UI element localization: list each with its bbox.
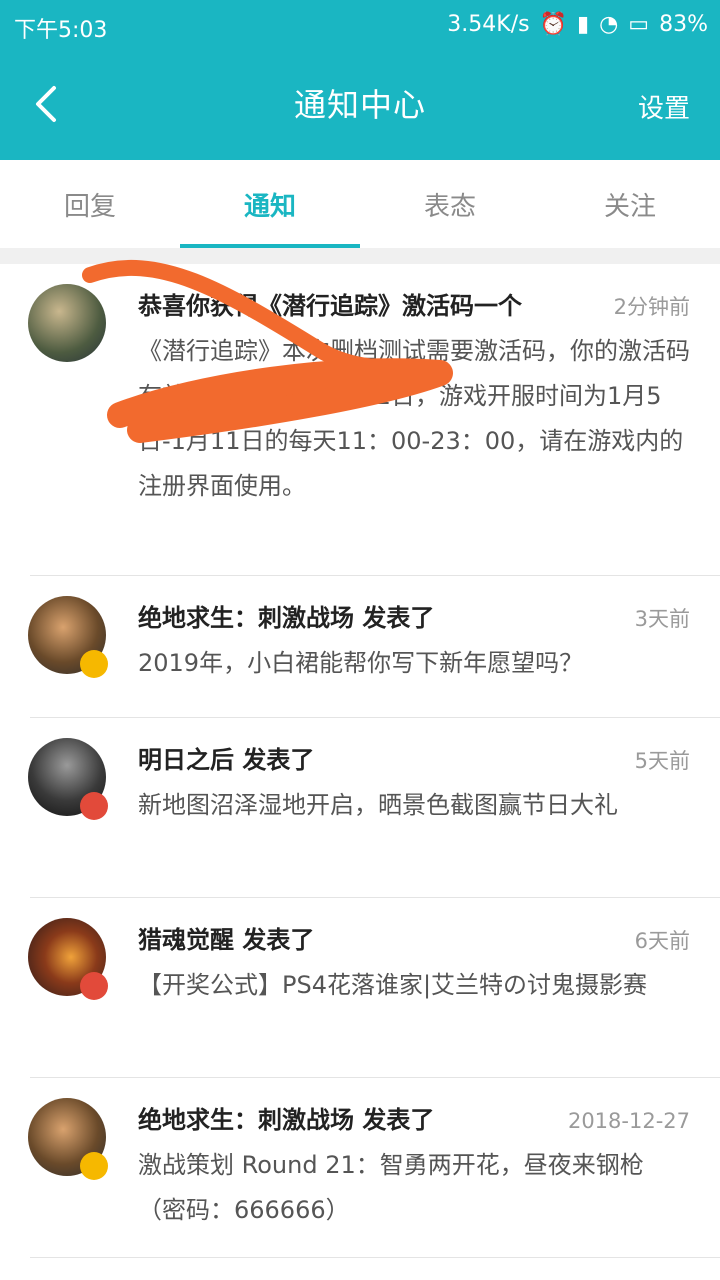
battery-icon: ▭ [628,12,650,37]
notification-time: 2分钟前 [613,295,690,319]
section-divider [0,248,720,264]
notification-time: 6天前 [634,929,690,953]
notification-item[interactable]: 明日之后 发表了 5天前 新地图沼泽湿地开启，晒景色截图赢节日大礼 [28,718,720,898]
wifi-icon: ◔ [599,12,619,37]
tab-notice[interactable]: 通知 [180,160,360,248]
notification-time: 3天前 [634,607,690,631]
signal-icon: ▮ [576,12,590,37]
status-time: 下午5:03 [14,18,108,43]
game-badge-icon [80,1152,108,1180]
notification-head: 恭喜你获得《潜行追踪》激活码一个 2分钟前 [138,286,690,321]
notification-body: 新地图沼泽湿地开启，晒景色截图赢节日大礼 [138,791,618,819]
status-bar: 下午5:03 3.54K/s ⏰ ▮ ◔ ▭ 83% [0,0,720,50]
notification-body: 2019年，小白裙能帮你写下新年愿望吗？ [138,649,584,677]
notification-title: 恭喜你获得《潜行追踪》激活码一个 [138,292,522,320]
notification-head: 绝地求生：刺激战场 发表了 3天前 [138,598,690,633]
tab-follow[interactable]: 关注 [540,160,720,248]
notification-body: 【开奖公式】PS4花落谁家|艾兰特の讨鬼摄影赛 [138,971,648,999]
tab-reply[interactable]: 回复 [0,160,180,248]
notification-body: 激战策划 Round 21：智勇两开花，昼夜来钢枪（密码：666666） [138,1151,644,1224]
notification-item[interactable]: 恭喜你获得《潜行追踪》激活码一个 2分钟前 《潜行追踪》本次删档测试需要激活码，… [28,264,720,576]
notification-title: 绝地求生：刺激战场 发表了 [138,604,435,632]
status-right: 3.54K/s ⏰ ▮ ◔ ▭ 83% [447,12,708,37]
battery-level: 83% [659,12,708,37]
tab-bar: 回复 通知 表态 关注 [0,160,720,248]
network-speed: 3.54K/s [447,12,530,37]
notification-item[interactable]: 猎魂觉醒 发表了 6天前 【开奖公式】PS4花落谁家|艾兰特の讨鬼摄影赛 [28,898,720,1078]
notification-list: 恭喜你获得《潜行追踪》激活码一个 2分钟前 《潜行追踪》本次删档测试需要激活码，… [0,264,720,1258]
notification-title: 绝地求生：刺激战场 发表了 [138,1106,435,1134]
notification-time: 5天前 [634,749,690,773]
notification-time: 2018-12-27 [567,1109,690,1133]
game-badge-icon [80,792,108,820]
notification-head: 明日之后 发表了 5天前 [138,740,690,775]
avatar [28,284,106,362]
game-badge-icon [80,650,108,678]
notification-item[interactable]: 绝地求生：刺激战场 发表了 2018-12-27 激战策划 Round 21：智… [28,1078,720,1258]
notification-title: 明日之后 发表了 [138,746,315,774]
notification-body: 《潜行追踪》本次删档测试需要激活码，你的激活码有效期：1月5日-1月12日，游戏… [138,337,690,500]
app-bar: 通知中心 设置 [0,50,720,160]
notification-head: 猎魂觉醒 发表了 6天前 [138,920,690,955]
notification-item[interactable]: 绝地求生：刺激战场 发表了 3天前 2019年，小白裙能帮你写下新年愿望吗？ [28,576,720,718]
alarm-icon: ⏰ [539,12,567,37]
page-title: 通知中心 [293,86,426,124]
tab-reaction[interactable]: 表态 [360,160,540,248]
game-badge-icon [80,972,108,1000]
notification-head: 绝地求生：刺激战场 发表了 2018-12-27 [138,1100,690,1135]
settings-button[interactable]: 设置 [638,88,690,125]
notification-title: 猎魂觉醒 发表了 [138,926,315,954]
